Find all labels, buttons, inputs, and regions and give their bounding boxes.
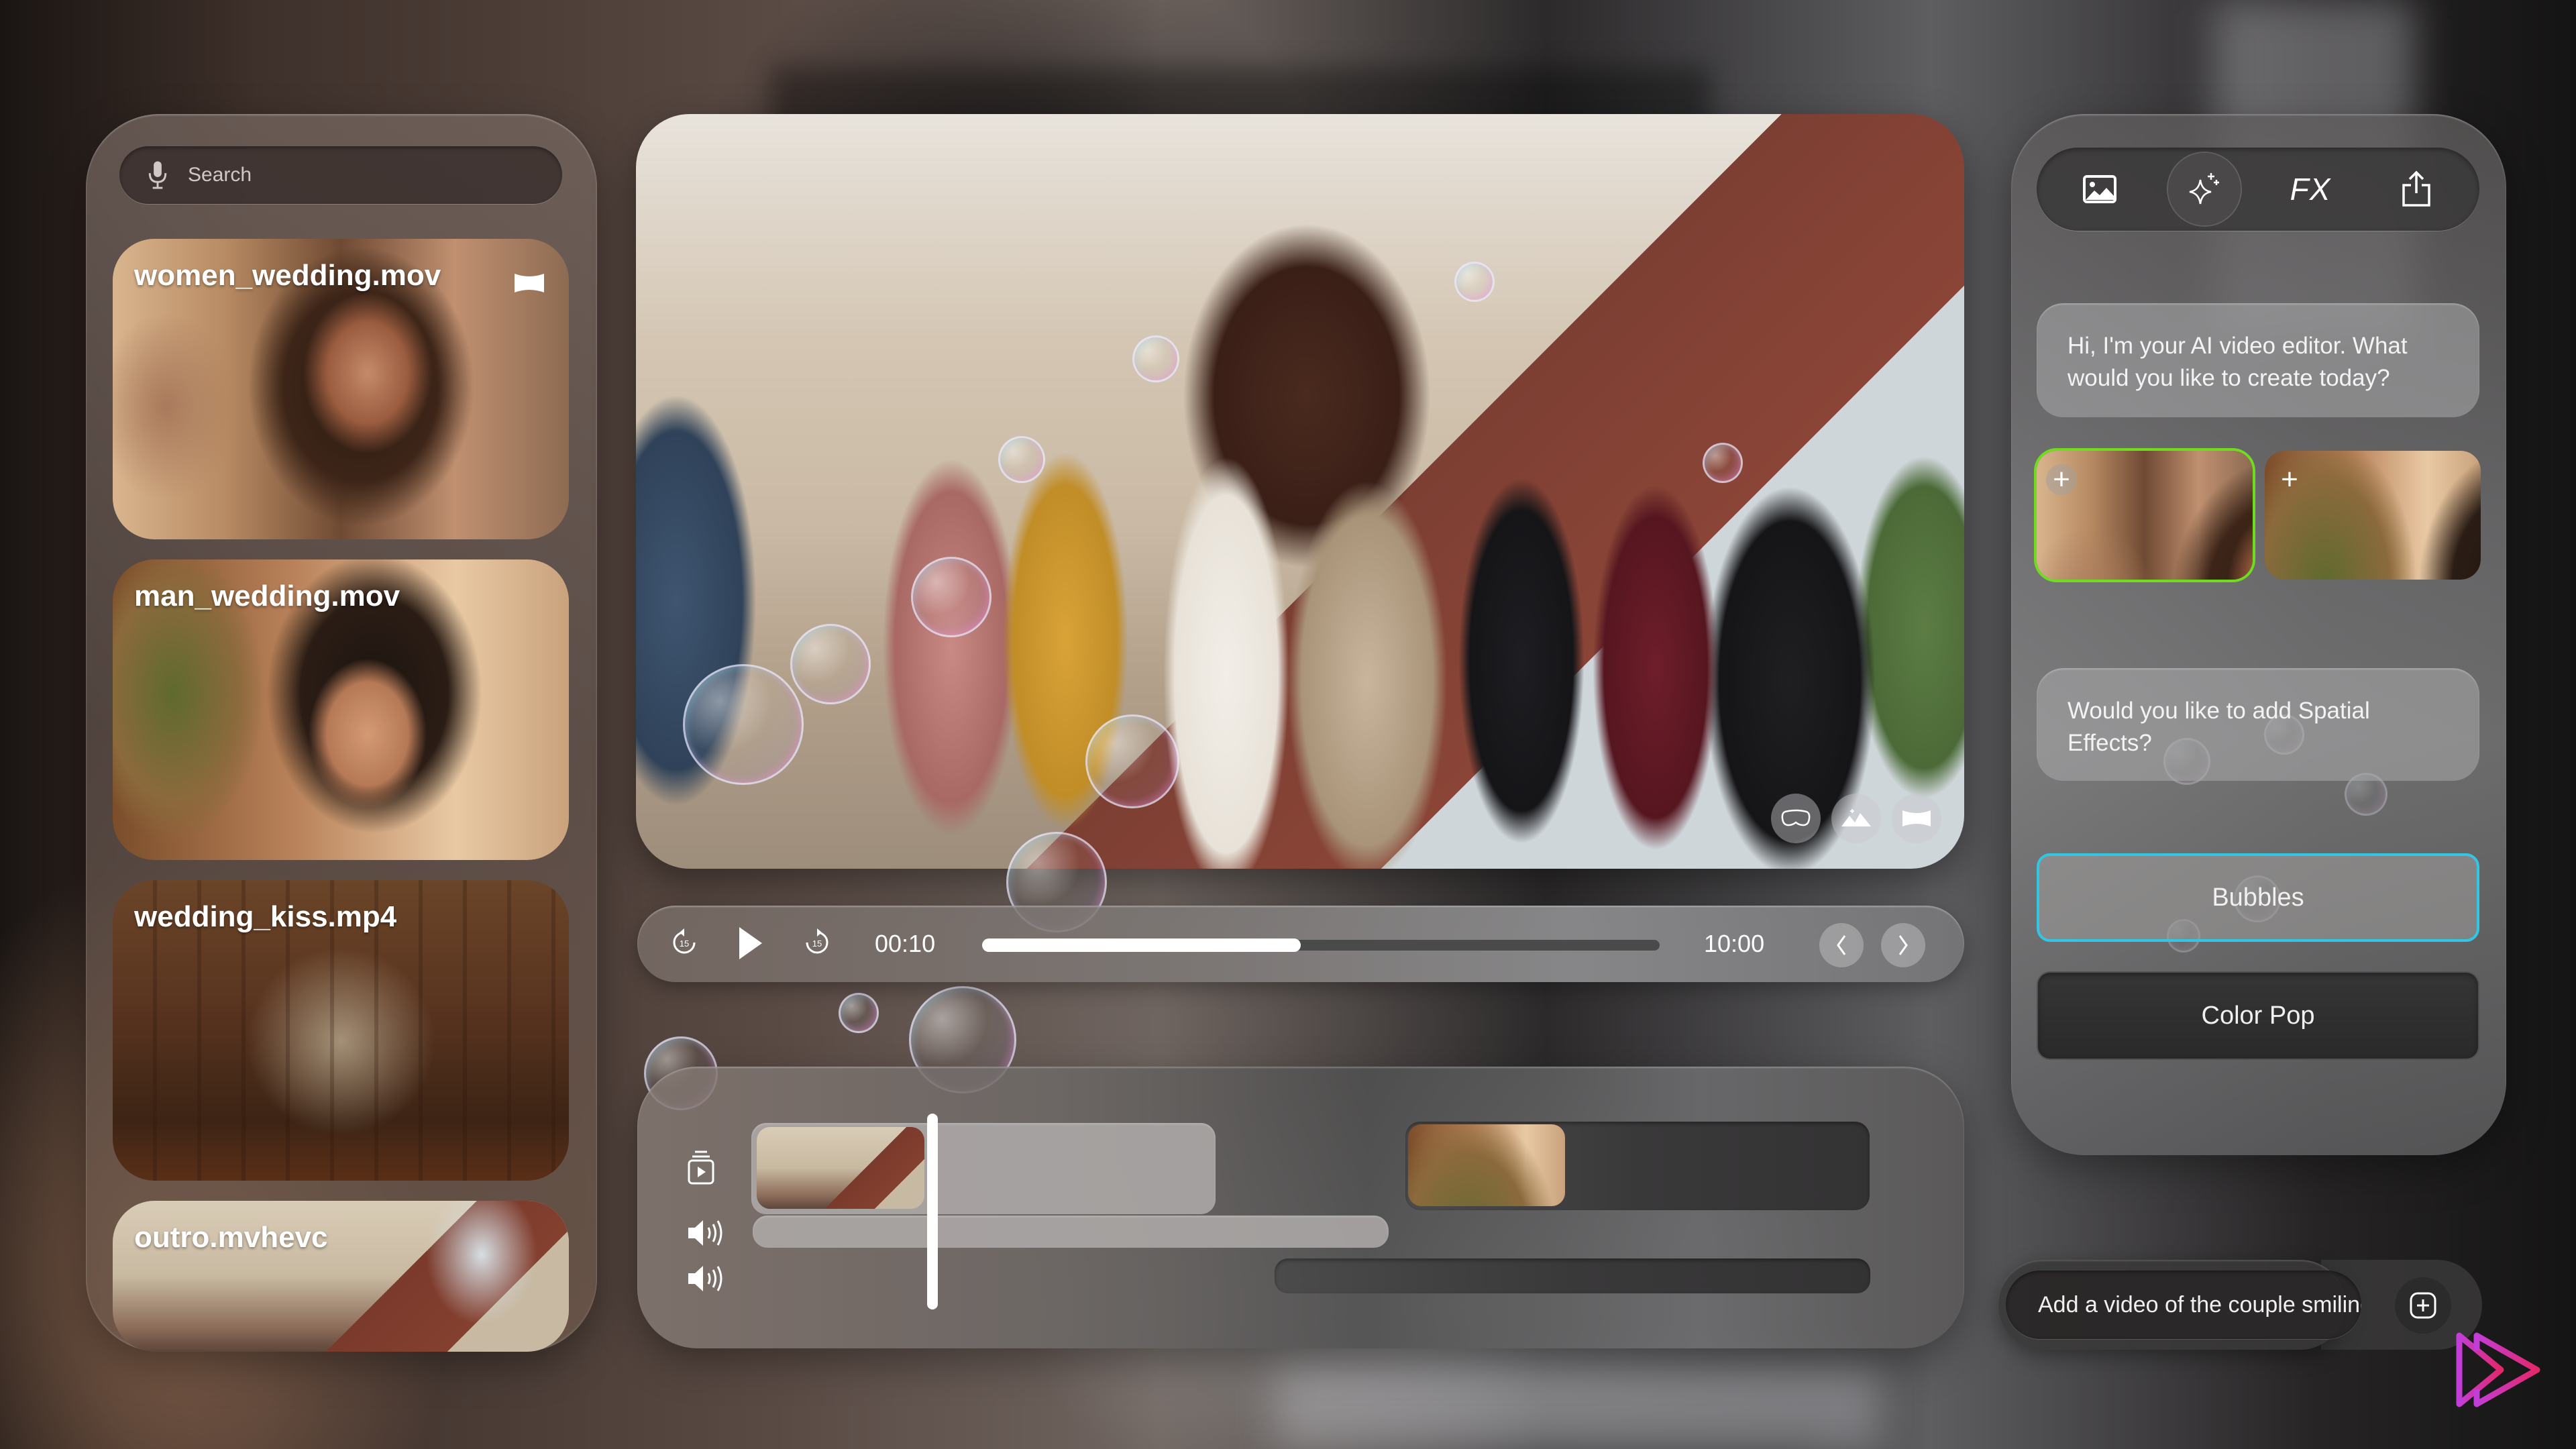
video-clip-outro[interactable]	[751, 1123, 1216, 1214]
export-tool-button[interactable]	[2380, 153, 2453, 225]
search-bar[interactable]	[119, 146, 562, 204]
prompt-input-field[interactable]	[2006, 1271, 2361, 1339]
audio-track-icon	[688, 1266, 722, 1291]
next-button[interactable]	[1881, 923, 1925, 967]
bubble-effect	[1132, 335, 1179, 382]
media-item-women-wedding[interactable]: women_wedding.mov	[113, 239, 569, 539]
ai-assistant-panel: FX Hi, I'm your AI video editor. What wo…	[2011, 114, 2506, 1155]
media-item-name: outro.mvhevc	[134, 1221, 328, 1254]
vision-headset-icon	[1781, 809, 1811, 826]
skip-back-15-icon: 15	[673, 928, 696, 954]
bubble-effect	[790, 624, 871, 704]
timeline-panel	[637, 1067, 1964, 1348]
video-clip-man-wedding[interactable]	[1405, 1122, 1870, 1210]
photo-icon	[2083, 175, 2116, 203]
add-attachment-button[interactable]	[2395, 1277, 2451, 1334]
share-icon	[2402, 170, 2430, 207]
previous-button[interactable]	[1819, 923, 1864, 967]
suggested-clip-women-wedding[interactable]: +	[2037, 451, 2253, 580]
panorama-icon	[1902, 810, 1931, 826]
add-clip-button[interactable]: +	[2046, 464, 2077, 495]
skip-forward-button[interactable]: 15	[804, 927, 830, 960]
mountains-sparkle-icon	[1841, 809, 1871, 826]
media-tool-button[interactable]	[2063, 153, 2136, 225]
fx-label: FX	[2290, 172, 2331, 207]
viewer-mode-buttons	[1771, 794, 1941, 843]
assistant-greeting-message: Hi, I'm your AI video editor. What would…	[2037, 303, 2479, 417]
media-item-name: wedding_kiss.mp4	[134, 900, 397, 933]
app-logo-icon	[2456, 1332, 2540, 1407]
video-track-toggle[interactable]	[687, 1150, 715, 1188]
mic-icon[interactable]	[148, 160, 168, 190]
prompt-bar	[1998, 1260, 2361, 1350]
audio-track-1-toggle[interactable]	[687, 1218, 727, 1250]
fx-tool-button[interactable]: FX	[2274, 153, 2347, 225]
media-item-name: man_wedding.mov	[134, 580, 400, 612]
skip-back-button[interactable]: 15	[671, 927, 698, 960]
video-track-icon	[688, 1150, 714, 1185]
progress-slider[interactable]	[982, 938, 1660, 952]
timeline-playhead[interactable]	[927, 1114, 938, 1309]
svg-text:15: 15	[812, 938, 822, 949]
media-item-man-wedding[interactable]: man_wedding.mov	[113, 559, 569, 860]
background-sofa-light	[1275, 1362, 1878, 1449]
clip-thumbnail	[757, 1127, 924, 1209]
ai-tool-button[interactable]	[2168, 153, 2241, 225]
plus-square-icon	[2410, 1292, 2436, 1319]
assistant-toolbar: FX	[2037, 148, 2479, 231]
search-input[interactable]	[188, 164, 537, 186]
audio-clip-1[interactable]	[753, 1216, 1389, 1248]
clip-thumbnail	[1408, 1124, 1565, 1206]
suggested-clip-man-wedding[interactable]: +	[2265, 451, 2481, 580]
video-preview[interactable]	[636, 114, 1964, 869]
svg-text:15: 15	[680, 938, 689, 949]
effect-bubbles-button[interactable]: Bubbles	[2037, 853, 2479, 942]
chevron-right-icon	[1898, 935, 1908, 955]
total-duration: 10:00	[1704, 930, 1765, 957]
sparkles-icon	[2189, 173, 2219, 205]
play-icon	[739, 927, 762, 959]
bubble-effect	[839, 993, 879, 1033]
play-button[interactable]	[737, 924, 765, 964]
bubble-effect	[998, 436, 1045, 483]
media-library-panel: women_wedding.mov man_wedding.mov weddin…	[86, 114, 597, 1352]
media-item-outro[interactable]: outro.mvhevc	[113, 1201, 569, 1352]
bubble-effect	[1454, 262, 1495, 302]
effect-color-pop-button[interactable]: Color Pop	[2037, 971, 2479, 1060]
add-clip-button[interactable]: +	[2274, 464, 2305, 495]
media-item-name: women_wedding.mov	[134, 259, 441, 292]
immersive-view-button[interactable]	[1771, 794, 1821, 843]
prompt-input[interactable]	[2038, 1271, 2361, 1339]
spatial-photo-button[interactable]	[1831, 794, 1881, 843]
video-frame-content	[636, 359, 1964, 869]
media-item-wedding-kiss[interactable]: wedding_kiss.mp4	[113, 880, 569, 1181]
bubble-effect	[683, 664, 804, 785]
progress-fill	[982, 938, 1301, 952]
current-time: 00:10	[875, 930, 936, 957]
panorama-icon	[515, 274, 544, 292]
audio-track-icon	[688, 1220, 722, 1246]
bubble-effect	[1703, 443, 1743, 483]
skip-forward-15-icon: 15	[806, 928, 828, 954]
playback-controls: 15 15 00:10 10:00	[637, 906, 1964, 982]
bubble-effect	[1085, 714, 1179, 808]
bubble-effect	[911, 557, 991, 637]
assistant-question-message: Would you like to add Spatial Effects?	[2037, 668, 2479, 781]
panorama-button[interactable]	[1892, 794, 1941, 843]
audio-track-2-toggle[interactable]	[687, 1264, 727, 1295]
chevron-left-icon	[1837, 935, 1846, 955]
audio-clip-2[interactable]	[1275, 1258, 1870, 1293]
